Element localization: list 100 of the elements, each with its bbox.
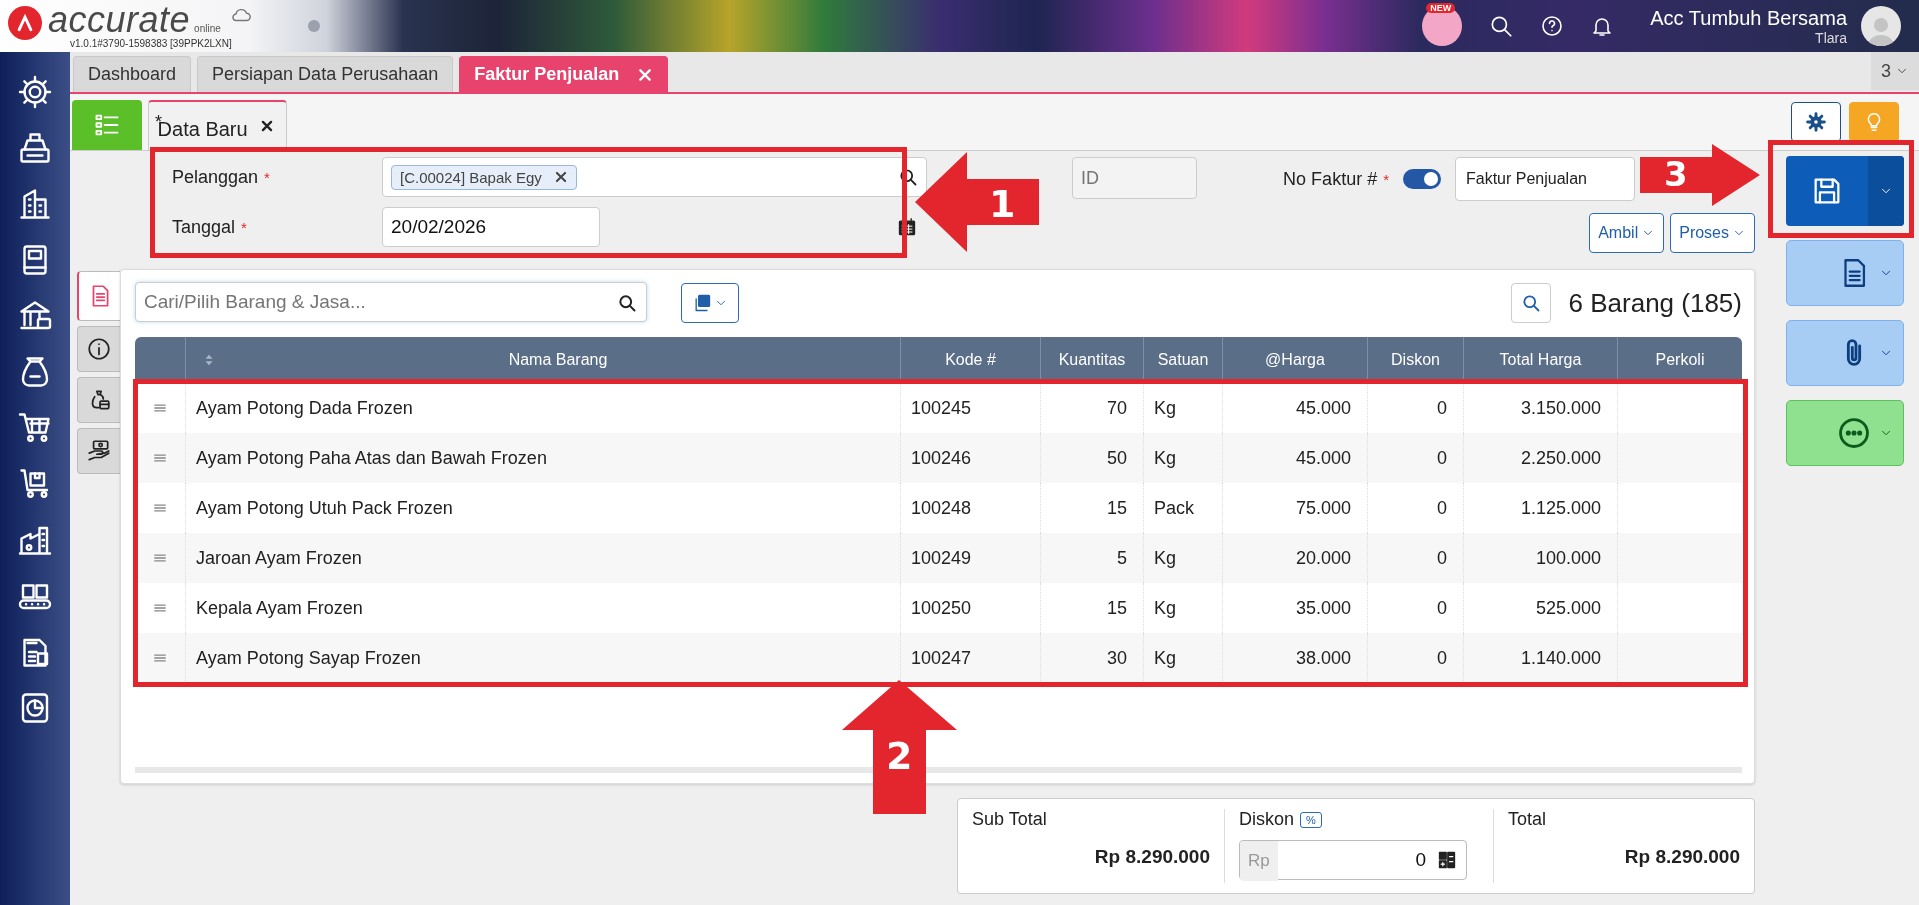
drag-handle-icon[interactable] (153, 651, 167, 665)
customer-field[interactable]: [C.00024] Bapak Egy (382, 157, 927, 197)
table-cell: 75.000 (1295, 497, 1351, 519)
subtotal-value: Rp 8.290.000 (1093, 846, 1210, 868)
tips-button[interactable] (1849, 102, 1899, 142)
search-icon[interactable] (1488, 13, 1515, 39)
close-icon[interactable] (259, 119, 274, 133)
column-header[interactable]: Diskon (1367, 337, 1463, 383)
field-label: No Faktur # * (1283, 167, 1389, 191)
drag-handle-icon[interactable] (153, 401, 167, 415)
date-field[interactable]: 20/02/2026 (382, 207, 600, 247)
table-cell: 100245 (911, 397, 972, 419)
percent-toggle[interactable]: % (1300, 811, 1322, 828)
table-cell: Kg (1154, 397, 1177, 419)
customer-chip[interactable]: [C.00024] Bapak Egy (391, 164, 577, 190)
tab[interactable]: Faktur Penjualan (459, 56, 669, 92)
gear-icon[interactable] (17, 74, 53, 110)
currency-prefix: Rp (1240, 841, 1278, 881)
avatar-icon[interactable]: NEW (1422, 6, 1463, 46)
drag-handle-icon[interactable] (153, 501, 167, 515)
logo-icon (8, 6, 42, 40)
table-cell: 45.000 (1295, 447, 1351, 469)
calendar-icon[interactable] (897, 217, 917, 237)
help-icon[interactable] (1540, 14, 1565, 38)
drag-handle-icon[interactable] (153, 551, 167, 565)
column-header[interactable]: Perkoli (1617, 337, 1742, 383)
tab[interactable]: Dashboard (73, 56, 192, 92)
more-icon (1836, 416, 1871, 450)
logo-subtitle: online (194, 23, 221, 34)
id-field[interactable]: ID (1072, 157, 1197, 199)
search-button[interactable] (1510, 283, 1551, 323)
item-count: 6 Barang (185) (1568, 287, 1742, 319)
table-cell: Ayam Potong Paha Atas dan Bawah Frozen (196, 447, 547, 469)
drag-handle-icon[interactable] (153, 451, 167, 465)
column-header[interactable]: Kuantitas (1040, 337, 1143, 383)
side-tab[interactable] (77, 377, 120, 423)
table-cell: 2.250.000 (1520, 447, 1601, 469)
dropdown-button[interactable]: Ambil (1589, 213, 1665, 253)
column-header[interactable]: Total Harga (1463, 337, 1617, 383)
search-icon[interactable] (617, 293, 637, 313)
building-icon[interactable] (17, 186, 53, 222)
side-tab[interactable] (77, 326, 120, 372)
column-header[interactable]: Nama Barang (216, 351, 900, 369)
version-text: v1.0.1#3790-1598383 [39PPK2LXN] (70, 38, 232, 49)
copy-button[interactable] (681, 283, 739, 323)
invoice-type-select[interactable]: Faktur Penjualan (1455, 157, 1635, 201)
table-cell: Kg (1154, 647, 1177, 669)
print-button[interactable] (1785, 240, 1904, 306)
calculator-icon[interactable] (1437, 850, 1457, 870)
table-cell: 20.000 (1295, 547, 1351, 569)
side-tab[interactable] (77, 428, 120, 474)
table-cell: Pack (1154, 497, 1195, 519)
step-number: 1 (989, 182, 1016, 226)
search-icon (1520, 293, 1541, 313)
table-cell: 35.000 (1295, 597, 1351, 619)
table-cell: 0 (1437, 547, 1447, 569)
search-field[interactable]: Cari/Pilih Barang & Jasa... (135, 282, 647, 322)
table-cell: 100248 (911, 497, 972, 519)
drag-handle-icon[interactable] (153, 601, 167, 615)
column-header[interactable]: Satuan (1143, 337, 1222, 383)
table-cell: 525.000 (1535, 597, 1601, 619)
remove-icon[interactable] (553, 170, 568, 184)
tab-count[interactable]: 3 (1871, 52, 1919, 90)
table-cell: Kg (1154, 597, 1177, 619)
column-header[interactable]: Kode # (900, 337, 1040, 383)
user-avatar[interactable] (1861, 6, 1901, 46)
cash-register-icon[interactable] (17, 130, 53, 166)
toggle-switch[interactable] (1403, 169, 1441, 189)
more-button[interactable] (1785, 400, 1904, 466)
table-cell: Ayam Potong Sayap Frozen (196, 647, 421, 669)
document-tab[interactable]: $^{*}$Data Baru (148, 100, 287, 150)
table-cell: Kg (1154, 447, 1177, 469)
search-icon[interactable] (898, 167, 918, 187)
status-dot-icon (308, 20, 320, 32)
scrollbar[interactable] (135, 767, 1742, 773)
table-cell: 100246 (911, 447, 972, 469)
dropdown-button[interactable]: Proses (1670, 213, 1755, 253)
table-cell: 30 (1106, 647, 1127, 669)
settings-button[interactable] (1791, 102, 1841, 142)
table-cell: Kg (1154, 547, 1177, 569)
column-header[interactable]: @Harga (1222, 337, 1367, 383)
table-cell: 0 (1437, 597, 1447, 619)
save-button[interactable] (1785, 156, 1904, 226)
logo-text: accurate (48, 0, 191, 40)
user-name: Tlara (1815, 29, 1847, 46)
tab[interactable]: Persiapan Data Perusahaan (197, 56, 454, 92)
table-cell: 100247 (911, 647, 972, 669)
step-number: 3 (1664, 154, 1688, 194)
total-value: Rp 8.290.000 (1623, 846, 1740, 868)
table-cell: 50 (1106, 447, 1127, 469)
info-icon (86, 336, 112, 362)
table-cell: 3.150.000 (1520, 397, 1601, 419)
table-cell: 0 (1437, 497, 1447, 519)
table-cell: 45.000 (1295, 397, 1351, 419)
table-cell: Ayam Potong Utuh Pack Frozen (196, 497, 453, 519)
table-cell: 0 (1437, 447, 1447, 469)
summary-label: Diskon (1239, 809, 1295, 830)
table-cell: 15 (1106, 497, 1127, 519)
table-cell: Kepala Ayam Frozen (196, 597, 363, 619)
attachment-button[interactable] (1785, 320, 1904, 386)
